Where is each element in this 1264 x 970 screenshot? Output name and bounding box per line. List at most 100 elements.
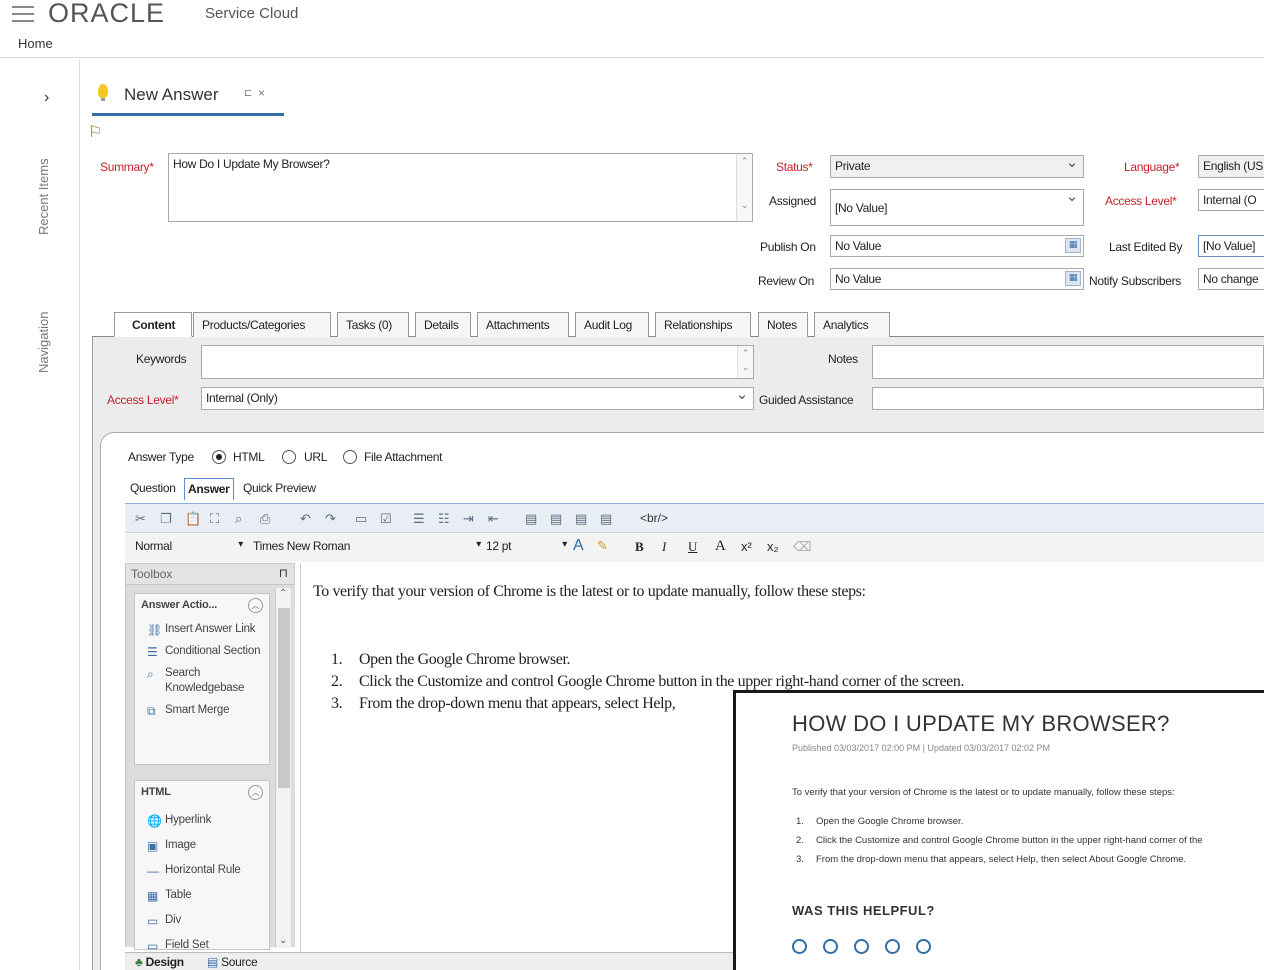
superscript-button[interactable]: x²: [741, 539, 752, 554]
notes-input[interactable]: [872, 345, 1264, 379]
toolbox-scrollbar[interactable]: ⌃ ⌄: [275, 588, 291, 948]
rating-radio-5[interactable]: [916, 939, 931, 954]
font-color-icon[interactable]: A: [573, 537, 584, 555]
tab-content[interactable]: Content: [114, 312, 192, 337]
scroll-down-icon[interactable]: ⌄: [279, 935, 287, 946]
subtab-question[interactable]: Question: [127, 478, 179, 500]
subtab-quick-preview[interactable]: Quick Preview: [240, 478, 319, 500]
answer-type-file-radio[interactable]: [343, 450, 357, 464]
hamburger-menu-icon[interactable]: [12, 6, 34, 22]
div-item[interactable]: ▭ Div: [135, 913, 269, 928]
publish-on-field[interactable]: No Value ▦: [830, 235, 1084, 257]
outdent-icon[interactable]: ⇤: [488, 511, 499, 527]
field-set-item[interactable]: ▭ Field Set: [135, 938, 269, 953]
scroll-up-icon[interactable]: ⌃: [279, 588, 287, 599]
document-tab-new-answer[interactable]: New Answer ⊏ ×: [92, 82, 284, 116]
indent-icon[interactable]: ⇥: [463, 511, 474, 527]
copy-icon[interactable]: ❐: [160, 511, 172, 527]
align-left-icon[interactable]: ▤: [525, 511, 537, 527]
insert-answer-link-label: Insert Answer Link: [165, 623, 256, 635]
bullet-list-icon[interactable]: ☷: [438, 511, 450, 527]
summary-input[interactable]: How Do I Update My Browser? ⌃ ⌄: [168, 153, 753, 222]
conditional-section-item[interactable]: ☰ Conditional Section: [135, 644, 269, 659]
rating-radio-4[interactable]: [885, 939, 900, 954]
tab-audit-log[interactable]: Audit Log: [575, 312, 649, 337]
horizontal-rule-item[interactable]: — Horizontal Rule: [135, 863, 269, 878]
align-center-icon[interactable]: ▤: [550, 511, 562, 527]
bold-button[interactable]: B: [635, 539, 644, 555]
tab-analytics[interactable]: Analytics: [814, 312, 890, 337]
hyperlink-item[interactable]: 🌐 Hyperlink: [135, 813, 269, 828]
editor-intro: To verify that your version of Chrome is…: [313, 583, 866, 600]
access-level-select[interactable]: Internal (O: [1198, 189, 1264, 211]
summary-scrollbar[interactable]: ⌃ ⌄: [736, 154, 752, 221]
content-access-level-select[interactable]: Internal (Only): [201, 387, 754, 410]
pin-icon[interactable]: ⊏: [244, 88, 252, 99]
paste-icon[interactable]: 📋: [185, 511, 201, 527]
keywords-scrollbar[interactable]: ⌃ ⌄: [737, 346, 753, 378]
font-size-button[interactable]: A: [715, 538, 726, 555]
highlight-icon[interactable]: ✎: [597, 538, 608, 554]
font-family-select[interactable]: Times New Roman: [253, 539, 481, 553]
answer-type-html-label: HTML: [233, 450, 265, 464]
image-item[interactable]: ▣ Image: [135, 838, 269, 853]
spellcheck-icon[interactable]: ☑: [380, 511, 392, 527]
cut-icon[interactable]: ✂: [135, 511, 146, 527]
paragraph-style-select[interactable]: Normal: [135, 539, 243, 553]
answer-type-url-radio[interactable]: [282, 450, 296, 464]
rating-radio-2[interactable]: [823, 939, 838, 954]
home-link[interactable]: Home: [18, 36, 53, 51]
collapse-icon[interactable]: ︿: [248, 598, 263, 613]
align-right-icon[interactable]: ▤: [575, 511, 587, 527]
calendar-icon[interactable]: ▦: [1065, 238, 1081, 253]
expand-chevron-icon[interactable]: ›: [44, 89, 49, 107]
notify-subscribers-select[interactable]: No change: [1198, 268, 1264, 290]
insert-answer-link-item[interactable]: ⛓ Insert Answer Link: [135, 622, 269, 637]
justify-icon[interactable]: ▤: [600, 511, 612, 527]
smart-merge-item[interactable]: ⧉ Smart Merge: [135, 703, 269, 718]
underline-button[interactable]: U: [688, 539, 697, 555]
subscript-button[interactable]: x₂: [767, 539, 779, 554]
redo-icon[interactable]: ↷: [325, 511, 336, 527]
search-knowledgebase-item[interactable]: ⌕ Search Knowledgebase: [135, 666, 269, 696]
design-tab[interactable]: ♣ Design: [135, 955, 184, 969]
line-break-button[interactable]: <br/>: [640, 511, 668, 525]
assigned-select[interactable]: [No Value]: [830, 189, 1084, 226]
flag-icon[interactable]: ⚐: [88, 122, 102, 142]
table-item[interactable]: ▦ Table: [135, 888, 269, 903]
rating-radio-1[interactable]: [792, 939, 807, 954]
show-borders-icon[interactable]: ▭: [355, 511, 367, 527]
rating-radio-3[interactable]: [854, 939, 869, 954]
find-icon[interactable]: ⛶: [210, 511, 219, 527]
print-icon[interactable]: ⎙: [260, 511, 270, 527]
undo-icon[interactable]: ↶: [300, 511, 311, 527]
status-select[interactable]: Private: [830, 155, 1084, 178]
numbered-list-icon[interactable]: ☰: [413, 511, 425, 527]
recent-items-tab[interactable]: Recent Items: [36, 158, 51, 235]
keywords-input[interactable]: ⌃ ⌄: [201, 345, 754, 379]
pin-icon[interactable]: ⊓: [279, 566, 288, 580]
scroll-thumb[interactable]: [278, 608, 290, 788]
last-edited-field[interactable]: [No Value]: [1198, 235, 1264, 257]
replace-icon[interactable]: ⌕: [235, 511, 242, 527]
close-icon[interactable]: ×: [258, 86, 265, 100]
tab-relationships[interactable]: Relationships: [655, 312, 751, 337]
guided-assistance-field[interactable]: [872, 387, 1264, 410]
clear-format-icon[interactable]: ⌫: [793, 539, 811, 555]
answer-type-html-radio[interactable]: [212, 450, 226, 464]
subtab-answer[interactable]: Answer: [184, 478, 234, 500]
tab-notes[interactable]: Notes: [758, 312, 808, 337]
italic-button[interactable]: I: [662, 539, 666, 555]
font-size-select[interactable]: 12 pt: [486, 539, 567, 553]
tab-details[interactable]: Details: [415, 312, 471, 337]
calendar-icon[interactable]: ▦: [1065, 271, 1081, 286]
notify-subscribers-value: No change: [1203, 272, 1259, 286]
review-on-field[interactable]: No Value ▦: [830, 268, 1084, 290]
tab-attachments[interactable]: Attachments: [477, 312, 569, 337]
language-select[interactable]: English (US: [1198, 155, 1264, 178]
tab-products-categories[interactable]: Products/Categories: [193, 312, 331, 337]
source-tab[interactable]: ▤ Source: [207, 955, 258, 969]
navigation-tab[interactable]: Navigation: [36, 312, 51, 373]
tab-tasks[interactable]: Tasks (0): [337, 312, 409, 337]
collapse-icon[interactable]: ︿: [248, 785, 263, 800]
